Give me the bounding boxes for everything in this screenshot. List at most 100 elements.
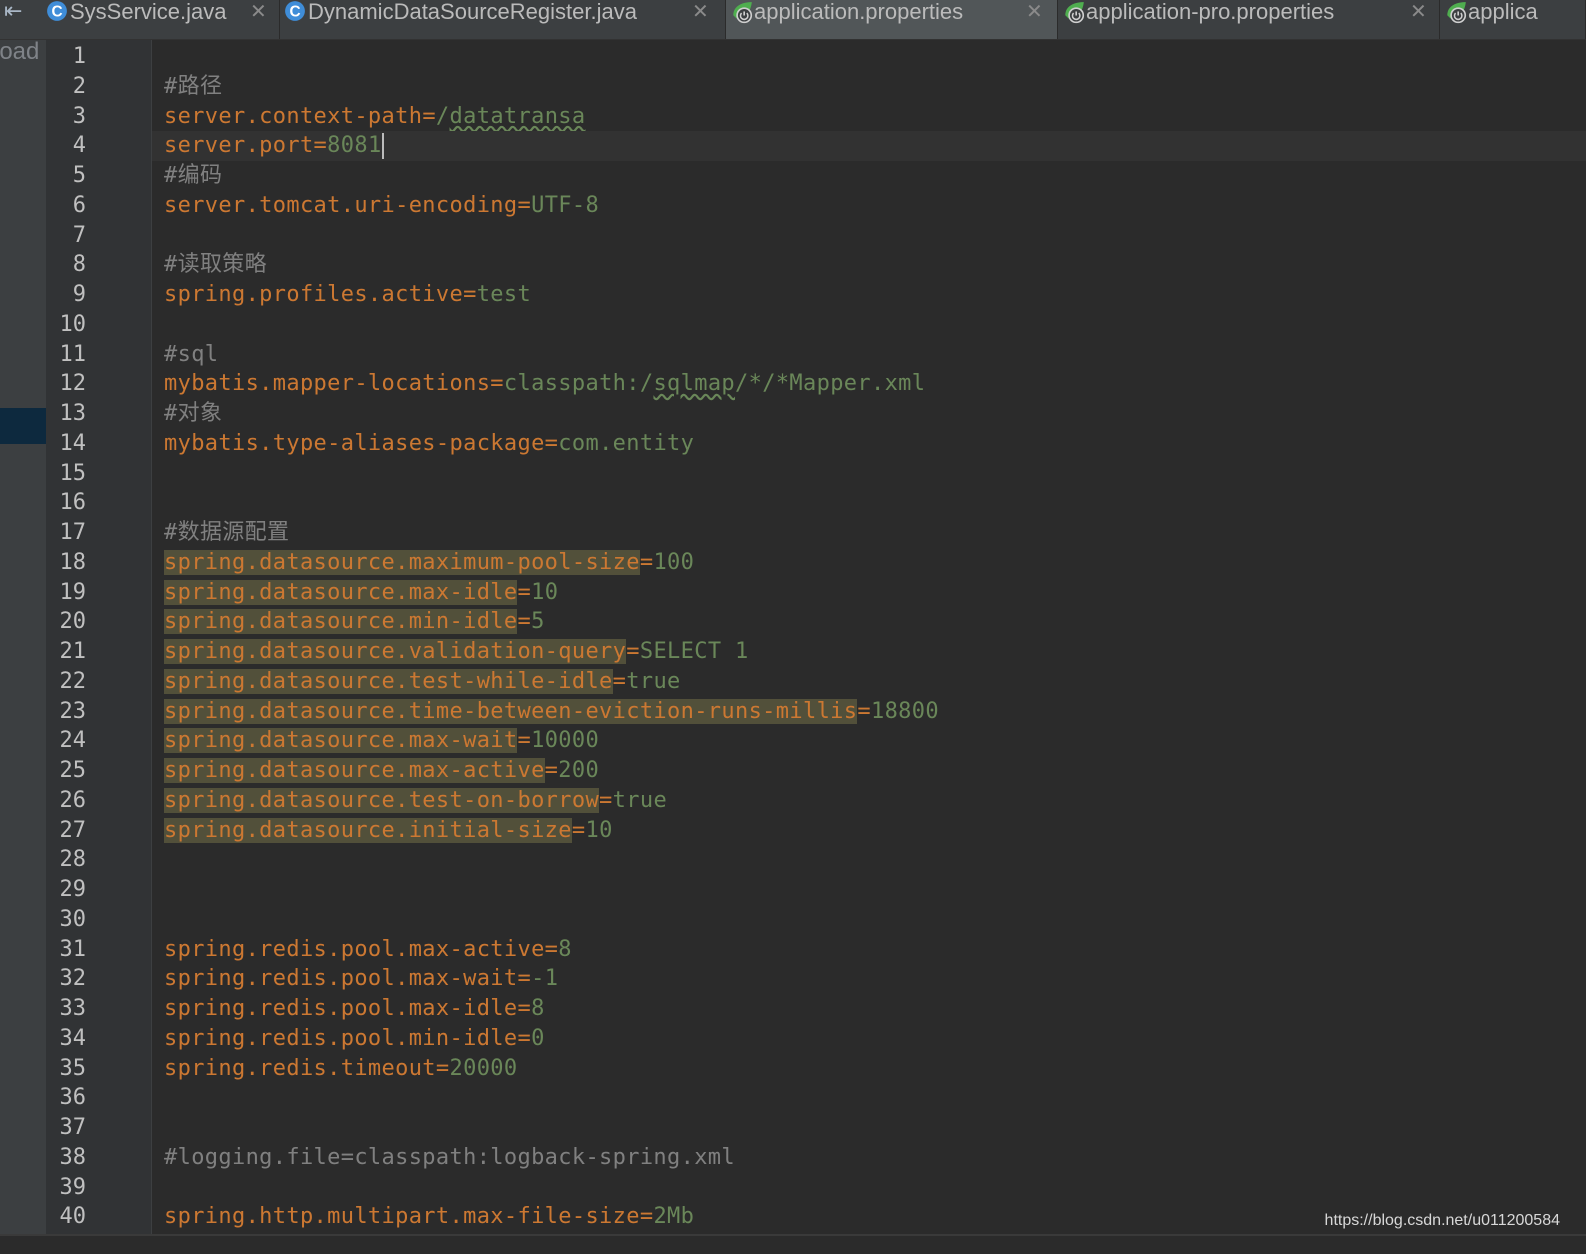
line-number: 9 (72, 282, 86, 307)
code-line[interactable]: #读取策略 (152, 250, 1586, 280)
tab-label: applica (1468, 0, 1538, 24)
code-line[interactable]: mybatis.type-aliases-package=com.entity (152, 429, 1586, 459)
code-editor[interactable]: #路径 server.context-path=/datatransa server… (152, 40, 1586, 1234)
close-tab-icon[interactable]: ✕ (250, 0, 267, 22)
code-line[interactable]: #路径 (152, 72, 1586, 102)
code-line[interactable]: #编码 (152, 161, 1586, 191)
line-number: 6 (72, 192, 86, 218)
line-number: 36 (59, 1085, 87, 1111)
code-line[interactable] (152, 488, 1586, 518)
text-caret (381, 133, 384, 160)
line-number: 22 (59, 668, 87, 694)
line-number: 17 (59, 520, 87, 545)
code-line[interactable] (152, 459, 1586, 489)
code-line-text: spring.datasource.test-on-borrow=true (164, 787, 668, 813)
spring-properties-icon (730, 0, 753, 24)
line-number: 7 (72, 222, 86, 248)
code-line-text: #对象 (164, 401, 223, 426)
code-line-text: spring.datasource.test-while-idle=true (164, 668, 681, 694)
code-line-text: spring.redis.pool.max-idle=8 (164, 996, 545, 1021)
line-number: 32 (59, 966, 87, 992)
code-line[interactable]: spring.datasource.validation-query=SELEC… (152, 637, 1586, 667)
editor-tab-bar: ⇤ C SysService.java ✕ C DynamicDataSourceReg… (0, 0, 1586, 40)
line-number: 10 (59, 311, 87, 337)
editor-tab[interactable]: C DynamicDataSourceRegister.java ✕ (280, 0, 726, 39)
editor-tab[interactable]: C SysService.java ✕ (42, 0, 280, 39)
close-tab-icon[interactable]: ✕ (1410, 0, 1427, 22)
watermark-text: https://blog.csdn.net/u011200584 (1324, 1212, 1560, 1229)
code-line[interactable] (152, 221, 1586, 251)
line-number: 11 (59, 341, 87, 367)
code-line[interactable] (152, 875, 1586, 905)
line-number: 4 (72, 133, 86, 159)
code-line[interactable] (152, 310, 1586, 340)
code-line[interactable]: server.context-path=/datatransa (152, 102, 1586, 132)
line-number: 12 (59, 371, 87, 397)
line-number: 28 (59, 847, 87, 873)
tool-window-label[interactable]: load (0, 40, 39, 66)
code-line[interactable]: spring.redis.pool.max-wait=-1 (152, 964, 1586, 994)
code-line[interactable]: #对象 (152, 399, 1586, 429)
code-line[interactable]: server.tomcat.uri-encoding=UTF-8 (152, 191, 1586, 221)
spring-properties-icon (1444, 0, 1467, 24)
code-line[interactable]: spring.datasource.max-wait=10000 (152, 726, 1586, 756)
code-line-text: #logging.file=classpath:logback-spring.x… (164, 1144, 735, 1170)
code-line[interactable]: #logging.file=classpath:logback-spring.x… (152, 1143, 1586, 1173)
code-line[interactable] (152, 905, 1586, 935)
code-line[interactable]: spring.profiles.active=test (152, 280, 1586, 310)
line-number: 27 (59, 817, 87, 843)
code-line-text: spring.datasource.initial-size=10 (164, 817, 613, 843)
line-number: 21 (59, 639, 87, 664)
code-line[interactable]: spring.datasource.test-on-borrow=true (152, 786, 1586, 816)
line-number: 2 (72, 73, 86, 99)
code-line[interactable]: spring.datasource.max-active=200 (152, 756, 1586, 786)
code-line[interactable]: spring.datasource.initial-size=10 (152, 816, 1586, 846)
line-number: 26 (59, 787, 87, 813)
code-line-text: server.tomcat.uri-encoding=UTF-8 (164, 192, 600, 218)
code-line[interactable] (152, 1113, 1586, 1143)
code-line[interactable] (152, 1083, 1586, 1113)
code-line[interactable]: spring.datasource.maximum-pool-size=100 (152, 548, 1586, 578)
code-line-text: spring.redis.pool.min-idle=0 (164, 1025, 545, 1051)
line-number: 19 (59, 579, 87, 605)
editor-tab[interactable]: applica (1440, 0, 1586, 39)
code-line[interactable]: #数据源配置 (152, 518, 1586, 548)
code-line[interactable] (152, 845, 1586, 875)
collapse-tabs-icon[interactable]: ⇤ (4, 0, 40, 38)
code-line[interactable]: mybatis.mapper-locations=classpath:/sqlm… (152, 369, 1586, 399)
code-line[interactable]: #sql (152, 340, 1586, 370)
code-line-text: spring.datasource.maximum-pool-size=100 (164, 549, 695, 575)
tab-label: DynamicDataSourceRegister.java (308, 0, 637, 24)
close-tab-icon[interactable]: ✕ (1026, 0, 1043, 22)
code-line[interactable]: server.port=8081 (152, 131, 1586, 161)
code-line[interactable] (152, 1173, 1586, 1203)
line-number: 37 (59, 1115, 87, 1140)
code-line-text: spring.datasource.time-between-eviction-… (164, 698, 939, 724)
code-line-text: server.context-path=/datatransa (164, 103, 586, 129)
line-number: 29 (59, 877, 87, 902)
code-line[interactable]: spring.redis.pool.max-active=8 (152, 935, 1586, 965)
close-tab-icon[interactable]: ✕ (692, 0, 709, 22)
code-line-text: #读取策略 (164, 252, 267, 278)
editor-tab[interactable]: application.properties ✕ (726, 0, 1058, 39)
line-number: 40 (59, 1204, 87, 1230)
code-line[interactable]: spring.redis.pool.max-idle=8 (152, 994, 1586, 1024)
left-tool-strip: load (0, 40, 46, 1234)
line-number: 3 (72, 103, 86, 129)
code-line[interactable]: spring.redis.pool.min-idle=0 (152, 1024, 1586, 1054)
line-number: 15 (59, 460, 87, 486)
line-number: 39 (59, 1174, 87, 1200)
line-number: 31 (59, 936, 87, 962)
code-line-text: spring.datasource.min-idle=5 (164, 609, 545, 635)
tab-label: application.properties (754, 0, 964, 24)
code-line[interactable] (152, 42, 1586, 72)
code-line-text: #数据源配置 (164, 520, 290, 545)
svg-text:C: C (289, 3, 300, 20)
spring-properties-icon (1062, 0, 1085, 24)
code-line[interactable]: spring.datasource.time-between-eviction-… (152, 697, 1586, 727)
code-line[interactable]: spring.redis.timeout=20000 (152, 1054, 1586, 1084)
editor-tab[interactable]: application-pro.properties ✕ (1058, 0, 1440, 39)
code-line[interactable]: spring.datasource.min-idle=5 (152, 607, 1586, 637)
code-line[interactable]: spring.datasource.max-idle=10 (152, 578, 1586, 608)
code-line[interactable]: spring.datasource.test-while-idle=true (152, 667, 1586, 697)
